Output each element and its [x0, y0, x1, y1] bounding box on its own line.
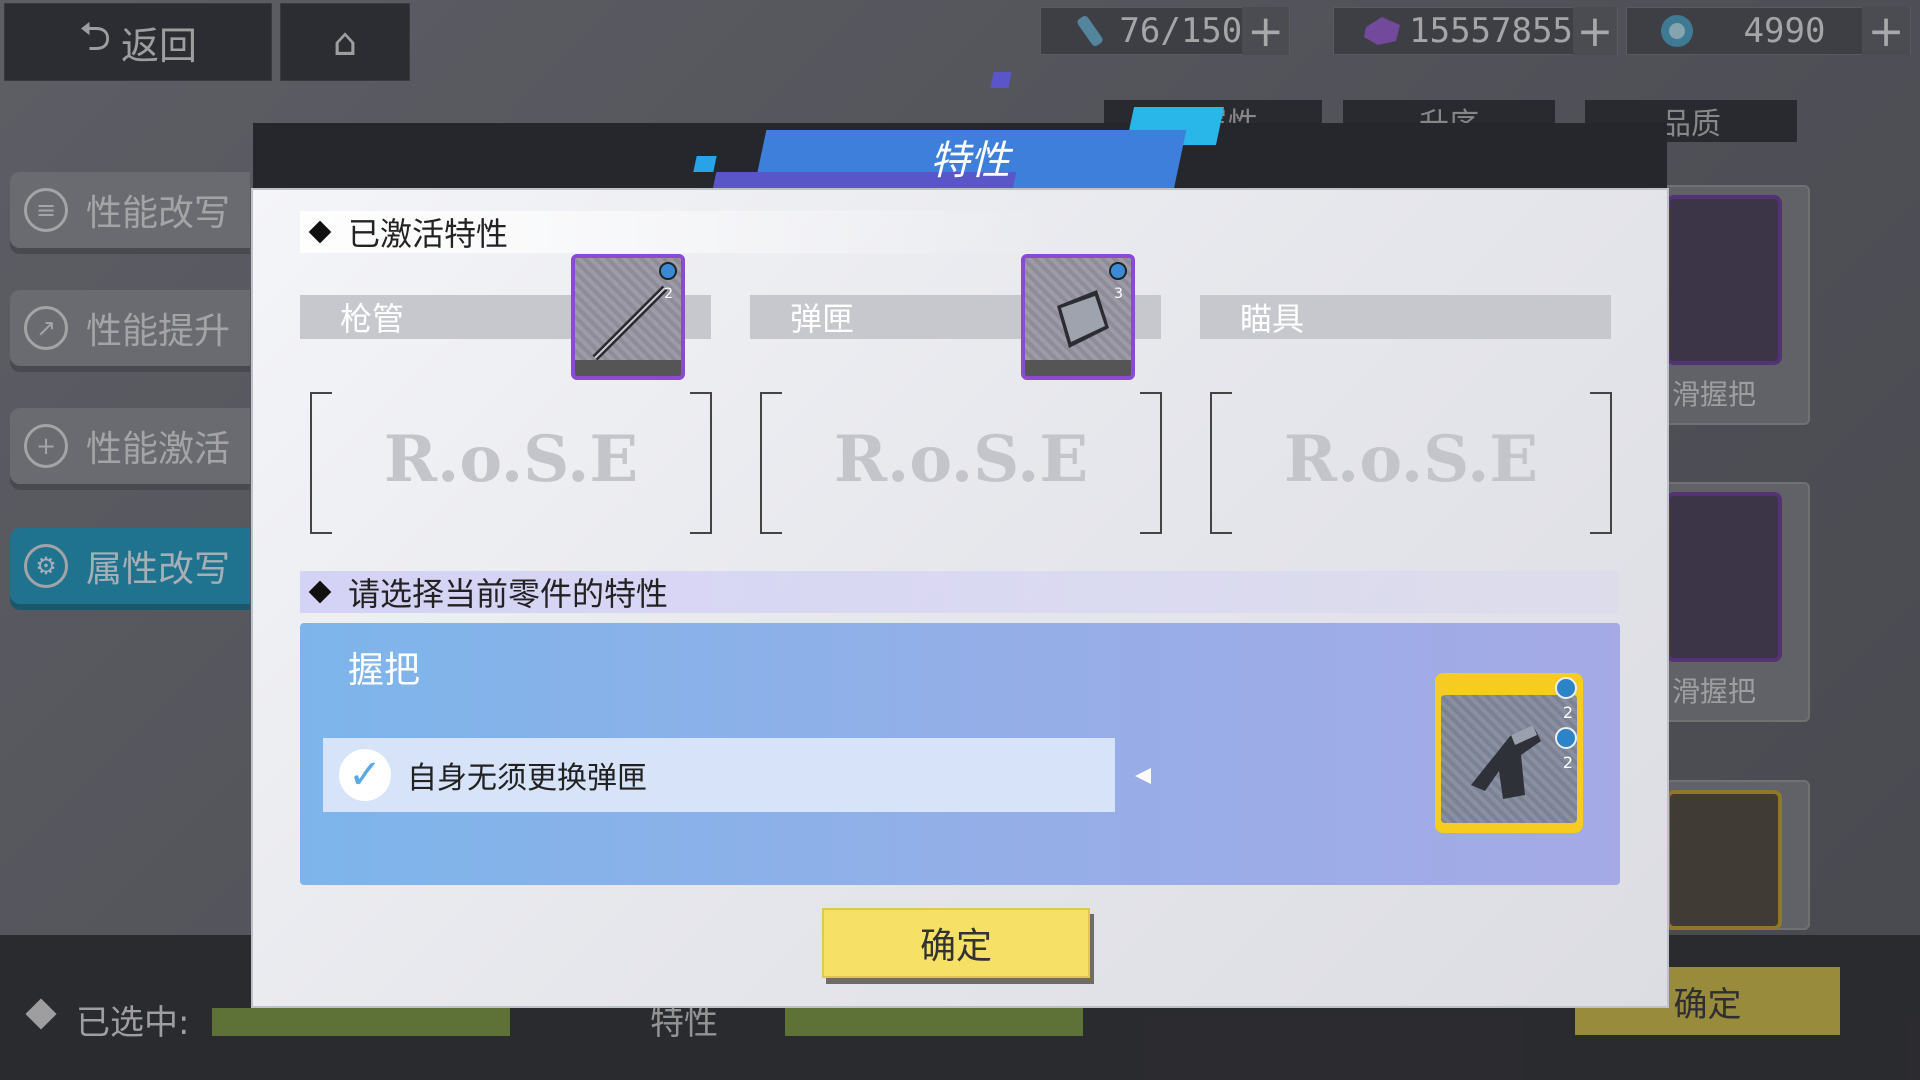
activated-traits-heading: 已激活特性 [300, 211, 1060, 253]
trait-option[interactable]: ✓ 自身无须更换弹匣 [323, 738, 1115, 812]
part-level: 3 [1114, 286, 1123, 302]
empty-trait-slot[interactable]: R.o.S.E [310, 392, 712, 534]
trait-type-icon [1555, 727, 1577, 749]
checkmark-icon[interactable]: ✓ [339, 749, 391, 801]
decor-accent [990, 72, 1012, 88]
magazine-icon [1057, 290, 1109, 348]
slot-sight[interactable]: 瞄具 [1200, 295, 1611, 339]
barrel-part-card[interactable]: 2 [571, 254, 685, 380]
empty-trait-slot[interactable]: R.o.S.E [1210, 392, 1612, 534]
trait-option-label: 自身无须更换弹匣 [407, 761, 647, 796]
empty-trait-slot[interactable]: R.o.S.E [760, 392, 1162, 534]
grip-part-card[interactable]: 2 2 [1435, 673, 1583, 833]
barrel-icon [592, 285, 668, 361]
diamond-icon [308, 220, 332, 244]
trait-level: 2 [1562, 753, 1573, 772]
diamond-icon [308, 580, 332, 604]
rose-watermark: R.o.S.E [833, 422, 1089, 497]
part-level: 2 [1562, 703, 1573, 722]
part-type-icon [1109, 262, 1127, 280]
part-level: 2 [664, 286, 673, 302]
select-trait-heading: 请选择当前零件的特性 [300, 571, 1618, 613]
part-type-icon [659, 262, 677, 280]
part-type-icon [1555, 677, 1577, 699]
decor-accent [693, 156, 717, 172]
rose-watermark: R.o.S.E [383, 422, 639, 497]
current-part-name: 握把 [348, 650, 421, 691]
grip-icon [1471, 725, 1541, 799]
magazine-part-card[interactable]: 3 [1021, 254, 1135, 380]
rose-watermark: R.o.S.E [1283, 422, 1539, 497]
confirm-button[interactable]: 确定 [822, 908, 1090, 978]
pointer-arrow-icon [1135, 768, 1151, 784]
modal-title: 特性 [930, 138, 1010, 184]
current-part-panel: 握把 ✓ 自身无须更换弹匣 2 2 [300, 623, 1620, 885]
